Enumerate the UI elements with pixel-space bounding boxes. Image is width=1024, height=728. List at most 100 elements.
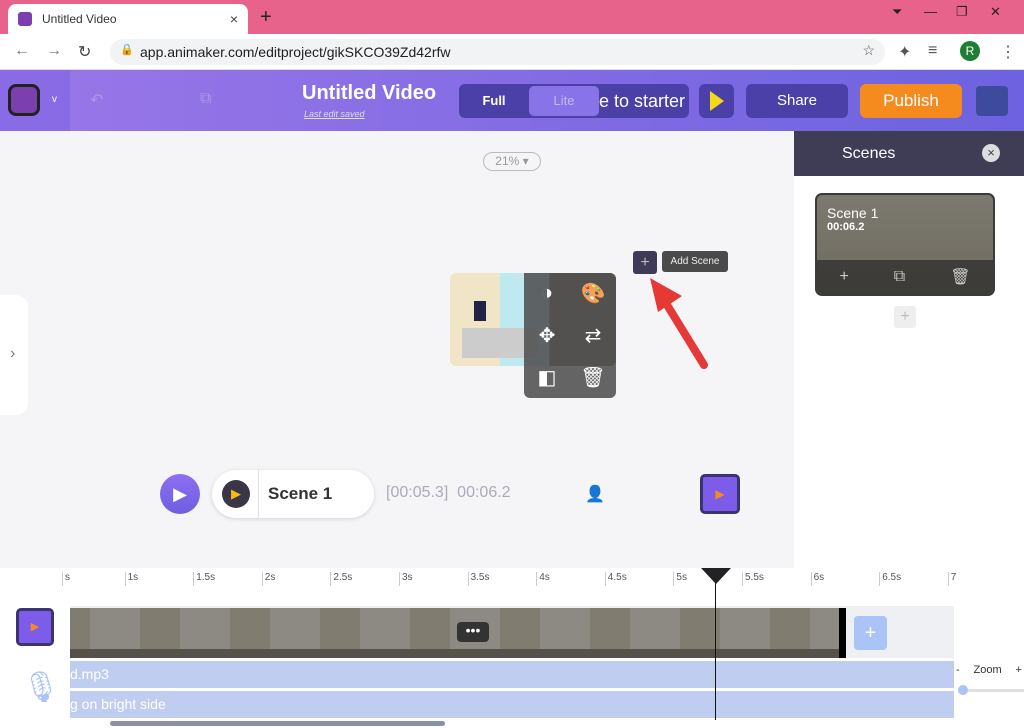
add-icon[interactable]: +	[839, 268, 848, 286]
character-avatar-icon[interactable]	[976, 86, 1008, 116]
back-icon[interactable]: ←	[14, 42, 30, 60]
bookmark-star-icon[interactable]: ☆	[862, 42, 875, 59]
move-icon[interactable]: ✥	[524, 323, 570, 348]
timeline-tick: 5.5s	[742, 572, 764, 586]
timeline-tick: 5s	[673, 572, 687, 586]
audio-track[interactable]: g on bright side	[70, 691, 954, 718]
switch-to-starter-button[interactable]: e to starter	[599, 84, 685, 118]
delete-icon[interactable]: 🗑	[950, 267, 970, 287]
chevron-right-icon: ›	[10, 345, 16, 362]
profile-avatar[interactable]: R	[960, 41, 980, 61]
duplicate-icon[interactable]: ⧉	[894, 268, 905, 286]
close-tab-icon[interactable]: ×	[230, 11, 238, 27]
zoom-in-button[interactable]: +	[1016, 664, 1022, 676]
user-icon[interactable]: 👤	[585, 484, 605, 504]
timeline-tick: 1.5s	[193, 572, 215, 586]
lock-icon: 🔒	[120, 44, 134, 56]
maximize-icon[interactable]: ❐	[956, 4, 968, 20]
red-arrow-annotation	[650, 278, 708, 369]
extensions-icon[interactable]: ✦	[898, 42, 911, 62]
zoom-value: 21%	[495, 154, 520, 168]
preview-play-button[interactable]	[699, 84, 734, 118]
time-readout: [00:05.3] 00:06.2	[386, 484, 511, 502]
canvas-zoom-dropdown[interactable]: 21% ▾	[483, 152, 541, 171]
filter-icon[interactable]: ◑	[524, 282, 570, 305]
url-field[interactable]: app.animaker.com/editproject/gikSKCO39Zd…	[110, 39, 885, 65]
current-scene-name: Scene 1	[268, 484, 333, 503]
current-time: [00:05.3]	[386, 484, 449, 501]
scene-card-duration: 00:06.2	[827, 221, 865, 233]
scenes-panel: Scenes × Scene 1 00:06.2 + ⧉ 🗑 +	[794, 131, 1024, 568]
timeline-tick: 6s	[810, 572, 824, 586]
tab-title: Untitled Video	[42, 12, 117, 26]
timeline-tick: s	[62, 572, 70, 586]
publish-button[interactable]: Publish	[860, 84, 962, 118]
browser-tab[interactable]: Untitled Video ×	[8, 4, 248, 34]
media-icon[interactable]: ≡	[928, 42, 937, 60]
timeline-tick: 4.5s	[604, 572, 627, 586]
timeline-tick: 6.5s	[879, 572, 901, 586]
timeline-tick: 7	[947, 572, 956, 586]
new-tab-button[interactable]: +	[260, 6, 272, 29]
logo-menu[interactable]: v	[0, 70, 70, 131]
playhead-handle[interactable]	[701, 568, 731, 584]
split-icon[interactable]: ◧	[524, 365, 570, 390]
timeline-tick: 2.5s	[330, 572, 352, 586]
more-options-icon[interactable]: •••	[457, 622, 489, 642]
mode-lite[interactable]: Lite	[529, 86, 599, 116]
total-time: 00:06.2	[457, 484, 511, 501]
video-track-icon: ▶	[16, 608, 54, 646]
address-bar: ← → ↻ app.animaker.com/editproject/gikSK…	[0, 34, 1024, 70]
close-window-icon[interactable]: ✕	[990, 4, 1001, 20]
browser-tab-bar: Untitled Video × + ⏷ — ❐ ✕	[0, 0, 1024, 34]
delete-icon[interactable]: 🗑	[570, 365, 616, 390]
animaker-favicon-icon	[18, 12, 32, 26]
timeline-tick: 4s	[536, 572, 550, 586]
character-illustration	[474, 301, 486, 321]
chevron-down-icon: v	[52, 94, 57, 105]
scene-card[interactable]: Scene 1 00:06.2 + ⧉ 🗑	[815, 193, 995, 296]
timeline-tick: 2s	[261, 572, 275, 586]
mode-full[interactable]: Full	[459, 84, 529, 118]
timeline-zoom-slider[interactable]	[958, 685, 1024, 695]
add-scene-panel-button[interactable]: +	[894, 306, 916, 328]
swap-shapes-icon[interactable]: ⇄	[570, 323, 616, 348]
video-film-icon[interactable]: ▶	[700, 474, 740, 514]
playhead-line[interactable]	[715, 568, 716, 720]
timeline-scrollbar[interactable]	[110, 721, 445, 726]
profile-menu-icon[interactable]: ⏷	[892, 4, 902, 20]
animaker-logo-icon	[8, 84, 40, 116]
timeline-zoom-label: - Zoom +	[956, 664, 1022, 676]
add-scene-tooltip: Add Scene	[662, 251, 728, 272]
timeline-tick: 3.5s	[467, 572, 490, 586]
play-all-button[interactable]: ▶	[160, 474, 200, 514]
timeline: s 1s 1.5s 2s 2.5s 3s 3.5s 4s 4.5s 5s 5.5s 6s 6.5s 7 ▶…	[0, 568, 1024, 728]
slider-knob[interactable]	[958, 685, 968, 695]
scene-card-name: Scene 1	[827, 205, 879, 221]
add-clip-button[interactable]: +	[854, 616, 887, 650]
microphone-icon[interactable]: 🎙	[22, 670, 60, 705]
audio-track[interactable]: d.mp3	[70, 661, 954, 688]
left-panel-toggle[interactable]: ›	[0, 295, 28, 415]
scenes-header: Scenes ×	[794, 131, 1024, 176]
undo-icon[interactable]: ↶	[90, 90, 103, 110]
last-saved-link[interactable]: Last edit saved	[304, 109, 365, 119]
zoom-out-button[interactable]: -	[956, 664, 960, 676]
minimize-icon[interactable]: —	[924, 4, 937, 19]
scene-player: ▶ Scene 1	[212, 470, 374, 518]
reload-icon[interactable]: ↻	[78, 42, 91, 62]
close-icon[interactable]: ×	[982, 144, 1000, 162]
scene-options-menu: ◑ 🎨 ✥ ⇄ ◧ 🗑	[524, 273, 616, 398]
share-button[interactable]: Share	[746, 84, 848, 118]
timeline-tick: 3s	[399, 572, 413, 586]
palette-icon[interactable]: 🎨	[570, 281, 616, 306]
play-icon	[710, 91, 724, 111]
url-text: app.animaker.com/editproject/gikSKCO39Zd…	[140, 44, 451, 60]
play-scene-button[interactable]: ▶	[222, 480, 250, 508]
menu-icon[interactable]: ⋮	[1000, 42, 1016, 62]
timeline-tick: 1s	[124, 572, 138, 586]
duplicate-icon[interactable]: ⧉	[200, 90, 211, 108]
mode-toggle: e to starter Full Lite	[459, 84, 689, 118]
project-title[interactable]: Untitled Video	[302, 82, 436, 105]
forward-icon[interactable]: →	[46, 42, 62, 60]
